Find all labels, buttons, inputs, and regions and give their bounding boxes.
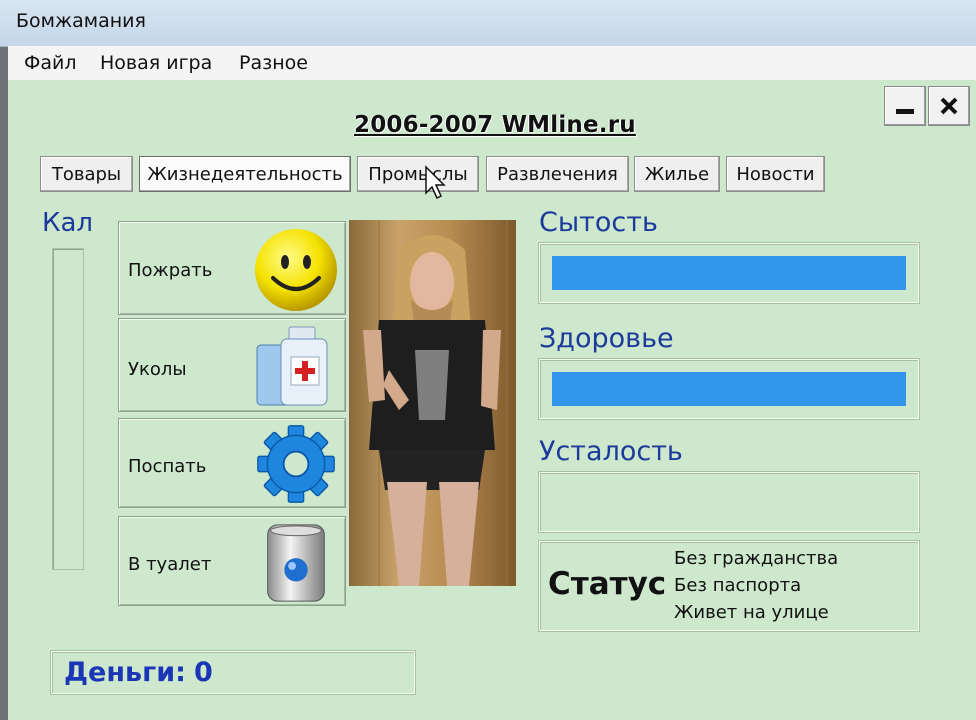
- status-line-citizenship: Без гражданства: [674, 548, 839, 569]
- kal-meter: [52, 248, 84, 570]
- minimize-icon: [896, 109, 914, 114]
- smiley-icon: [255, 229, 337, 311]
- minimize-button[interactable]: [884, 86, 926, 126]
- satiety-bar: [539, 243, 919, 303]
- eat-button[interactable]: Пожрать: [118, 221, 346, 315]
- health-bar: [539, 359, 919, 419]
- tab-news[interactable]: Новости: [726, 156, 825, 192]
- health-bar-fill: [552, 372, 906, 406]
- fatigue-bar: [539, 472, 919, 532]
- toilet-button[interactable]: В туалет: [118, 516, 346, 606]
- gear-icon: [257, 425, 335, 503]
- satiety-bar-fill: [552, 256, 906, 290]
- tab-goods[interactable]: Товары: [40, 156, 133, 192]
- status-line-housing: Живет на улице: [674, 602, 829, 623]
- close-button[interactable]: [928, 86, 970, 126]
- eat-label: Пожрать: [128, 260, 213, 281]
- tab-housing[interactable]: Жилье: [634, 156, 720, 192]
- money-label: Деньги:: [64, 657, 186, 688]
- medicine-bottles-icon: [256, 326, 328, 406]
- window-title: Бомжамания: [16, 10, 146, 32]
- toilet-icon: [267, 524, 325, 602]
- health-label: Здоровье: [539, 323, 674, 354]
- window-titlebar: Бомжамания: [0, 0, 976, 47]
- menu-new-game[interactable]: Новая игра: [100, 52, 212, 74]
- fatigue-label: Усталость: [539, 436, 683, 467]
- character-image: [358, 220, 508, 586]
- character-photo: [349, 220, 516, 586]
- tab-crafts[interactable]: Промыслы: [357, 156, 479, 192]
- sleep-button[interactable]: Поспать: [118, 418, 346, 508]
- close-icon: [940, 97, 958, 115]
- tab-entertainment[interactable]: Развлечения: [486, 156, 629, 192]
- status-line-passport: Без паспорта: [674, 575, 802, 596]
- menu-file[interactable]: Файл: [24, 52, 77, 74]
- status-heading: Статус: [548, 566, 667, 602]
- toilet-label: В туалет: [128, 554, 212, 575]
- injections-label: Уколы: [128, 359, 187, 380]
- money-panel: Деньги: 0: [51, 651, 415, 694]
- copyright-link[interactable]: 2006-2007 WMline.ru: [354, 112, 636, 138]
- kal-label: Кал: [42, 208, 94, 238]
- mouse-cursor-icon: [425, 165, 446, 200]
- sleep-label: Поспать: [128, 456, 207, 477]
- tab-life[interactable]: Жизнедеятельность: [139, 156, 351, 192]
- menu-bar: Файл Новая игра Разное: [8, 46, 976, 81]
- satiety-label: Сытость: [539, 207, 658, 238]
- status-panel: Статус Без гражданства Без паспорта Живе…: [539, 541, 919, 631]
- money-value: 0: [194, 657, 213, 688]
- menu-misc[interactable]: Разное: [239, 52, 308, 74]
- injections-button[interactable]: Уколы: [118, 318, 346, 412]
